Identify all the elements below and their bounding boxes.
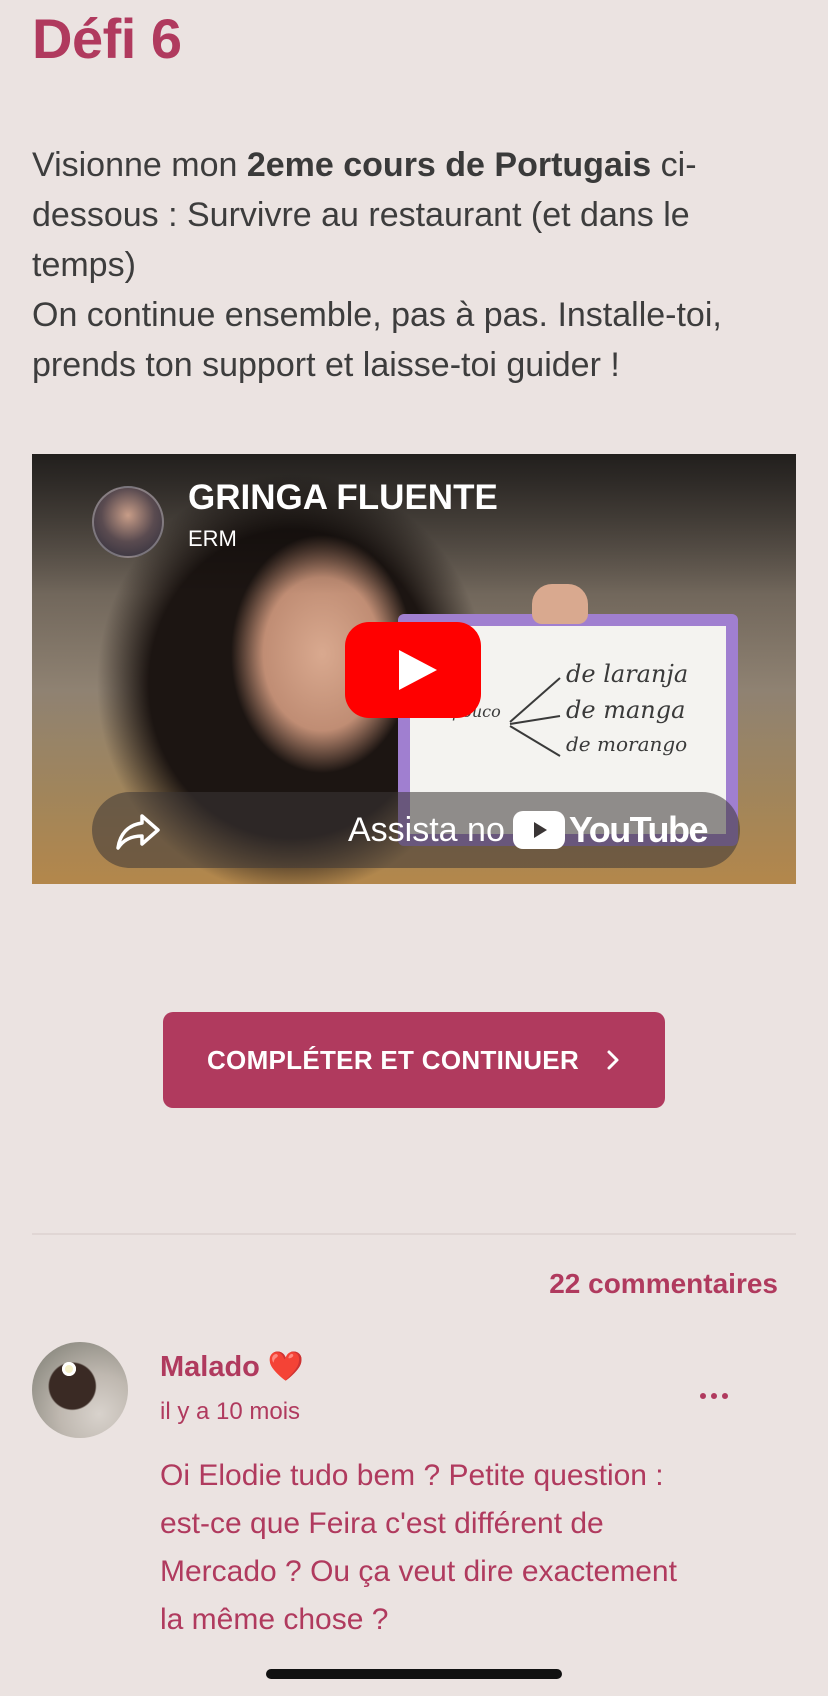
comment-author-name: Malado [160, 1350, 260, 1383]
watch-on-label: Assista no [348, 810, 505, 849]
youtube-logo: YouTube [512, 809, 709, 851]
comment-count[interactable]: 22 commentaires [549, 1268, 778, 1300]
intro-line1-prefix: Visionne mon [32, 146, 247, 184]
whiteboard-item-3: de morango [566, 732, 688, 756]
comment-date: il y a 10 mois [160, 1398, 301, 1425]
watch-on-youtube-link[interactable]: Assista no YouTube [348, 792, 709, 868]
divider [32, 1233, 796, 1235]
channel-name[interactable]: GRINGA FLUENTE [188, 478, 498, 518]
home-indicator[interactable] [266, 1669, 562, 1679]
channel-avatar[interactable] [92, 486, 164, 558]
youtube-video-embed[interactable]: pouco de laranja de manga de morango GRI… [32, 454, 796, 884]
intro-line1-bold: 2eme cours de Portugais [246, 146, 652, 184]
youtube-wordmark: YouTube [568, 809, 709, 850]
whiteboard-item-1: de laranja [566, 660, 689, 688]
more-options-icon[interactable] [698, 1388, 730, 1404]
comment-author[interactable]: Malado ❤️ [160, 1350, 304, 1384]
whiteboard-item-2: de manga [566, 696, 686, 724]
intro-text: Visionne mon 2eme cours de Portugais ci-… [32, 140, 792, 390]
cta-label: COMPLÉTER ET CONTINUER [206, 1044, 580, 1075]
heart-icon: ❤️ [267, 1351, 305, 1383]
avatar[interactable] [32, 1342, 128, 1438]
hand [532, 584, 588, 624]
share-icon[interactable] [114, 806, 162, 854]
play-button[interactable] [345, 622, 481, 718]
page-title: Défi 6 [32, 7, 182, 70]
channel-subtitle: ERM [188, 526, 237, 551]
avatar-flower [62, 1362, 76, 1376]
youtube-play-logo-icon [512, 811, 565, 849]
comment-text: Oi Elodie tudo bem ? Petite question : e… [160, 1459, 677, 1636]
intro-line2: On continue ensemble, pas à pas. Install… [32, 296, 722, 384]
play-icon [399, 650, 437, 690]
complete-and-continue-button[interactable]: COMPLÉTER ET CONTINUER [163, 1012, 665, 1108]
chevron-right-icon [607, 1050, 619, 1070]
